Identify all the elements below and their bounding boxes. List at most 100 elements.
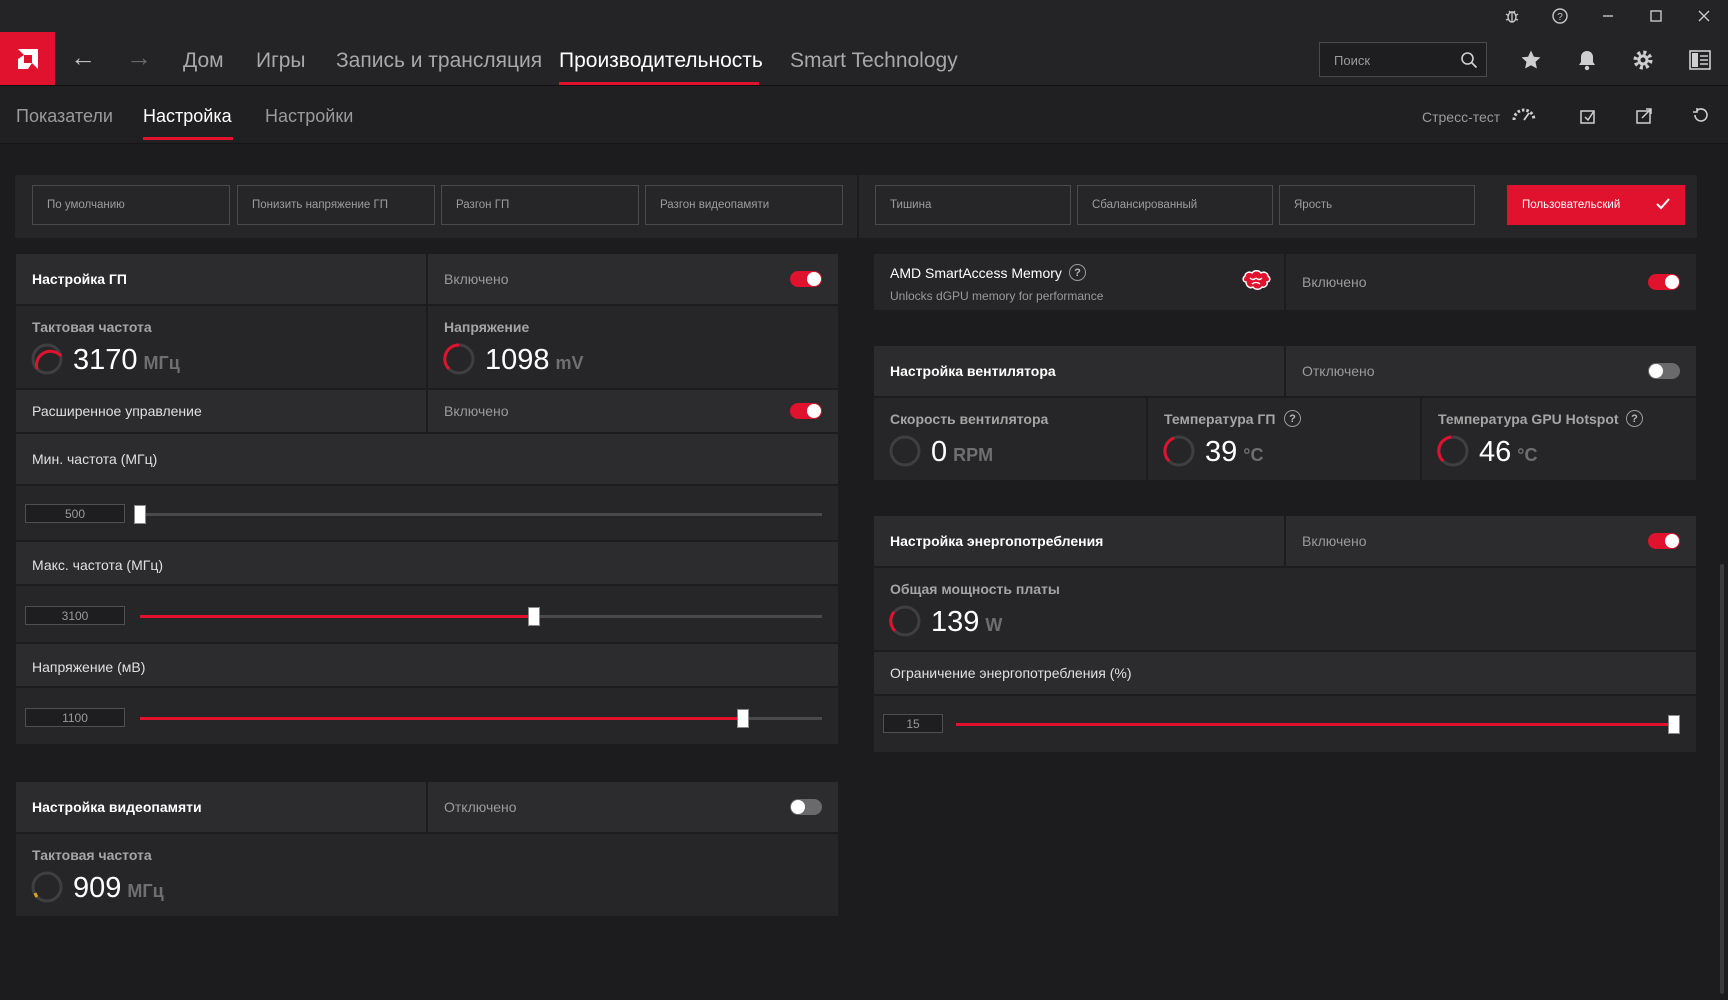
- tab-tuning[interactable]: Настройка: [143, 106, 232, 127]
- max-freq-slider[interactable]: [140, 607, 822, 626]
- sam-toggle[interactable]: [1648, 274, 1680, 290]
- nav-games[interactable]: Игры: [256, 49, 306, 73]
- fan-tuning-toggle[interactable]: [1648, 363, 1680, 379]
- stress-test-label[interactable]: Стресс-тест: [1422, 109, 1500, 125]
- preset-balanced-button[interactable]: Сбалансированный: [1077, 185, 1273, 225]
- forward-arrow-icon[interactable]: →: [126, 44, 152, 70]
- search-input[interactable]: Поиск: [1334, 53, 1370, 68]
- power-tuning-state: Включено: [1302, 533, 1367, 549]
- search-box[interactable]: Поиск: [1319, 42, 1487, 77]
- gpu-temp-value: 39 °C: [1205, 436, 1264, 468]
- export-profile-icon[interactable]: [1628, 100, 1660, 132]
- preset-undervolt-button[interactable]: Понизить напряжение ГП: [237, 185, 435, 225]
- power-tuning-title: Настройка энергопотребления: [890, 533, 1104, 549]
- min-freq-label: Мин. частота (МГц): [32, 451, 158, 467]
- gpu-tuning-state: Включено: [444, 271, 509, 287]
- gpu-clock-value: 3170 МГц: [73, 344, 180, 376]
- preset-custom-label: Пользовательский: [1522, 199, 1621, 211]
- gpu-temp-gauge-icon: [1163, 435, 1195, 467]
- reset-icon[interactable]: [1684, 100, 1716, 132]
- checkmark-icon: [1656, 197, 1670, 213]
- preset-rage-button[interactable]: Ярость: [1279, 185, 1475, 225]
- min-freq-input[interactable]: 500: [25, 504, 125, 523]
- voltage-slider-label: Напряжение (мВ): [32, 659, 146, 675]
- vram-tuning-title: Настройка видеопамяти: [32, 799, 202, 815]
- power-limit-input[interactable]: 15: [883, 714, 943, 733]
- notifications-bell-icon[interactable]: [1571, 44, 1603, 76]
- maximize-icon[interactable]: [1640, 4, 1672, 28]
- min-freq-slider[interactable]: [134, 505, 822, 524]
- advanced-control-state: Включено: [444, 403, 509, 419]
- board-power-label: Общая мощность платы: [890, 581, 1060, 597]
- preset-overclock-gpu-button[interactable]: Разгон ГП: [441, 185, 639, 225]
- gpu-tuning-title: Настройка ГП: [32, 271, 127, 287]
- vram-tuning-toggle[interactable]: [790, 799, 822, 815]
- tab-settings[interactable]: Настройки: [265, 106, 353, 127]
- settings-gear-icon[interactable]: [1627, 44, 1659, 76]
- fan-tuning-state: Отключено: [1302, 363, 1375, 379]
- preset-quiet-button[interactable]: Тишина: [875, 185, 1071, 225]
- favorites-star-icon[interactable]: [1515, 44, 1547, 76]
- tab-metrics[interactable]: Показатели: [16, 106, 113, 127]
- amd-logo-icon[interactable]: [0, 32, 55, 85]
- preset-divider: [857, 175, 859, 238]
- vram-clock-gauge-icon: [31, 871, 63, 903]
- advanced-control-label: Расширенное управление: [32, 403, 202, 419]
- bug-report-icon[interactable]: [1496, 4, 1528, 28]
- voltage-slider-thumb[interactable]: [736, 709, 749, 728]
- help-icon[interactable]: ?: [1544, 4, 1576, 28]
- scrollbar[interactable]: [1720, 564, 1724, 994]
- svg-text:?: ?: [1557, 12, 1563, 23]
- voltage-slider-row: [16, 688, 838, 744]
- preset-default-button[interactable]: По умолчанию: [32, 185, 230, 225]
- hotspot-temp-label: Температура GPU Hotspot: [1438, 411, 1619, 427]
- sam-state: Включено: [1302, 274, 1367, 290]
- gpu-voltage-label: Напряжение: [444, 319, 530, 335]
- sidebar-panel-icon[interactable]: [1684, 44, 1716, 76]
- fan-tuning-title: Настройка вентилятора: [890, 363, 1056, 379]
- max-freq-slider-thumb[interactable]: [528, 607, 541, 626]
- hotspot-temp-value: 46 °C: [1479, 436, 1538, 468]
- nav-record-stream[interactable]: Запись и трансляция: [336, 49, 542, 73]
- min-freq-slider-thumb[interactable]: [134, 505, 146, 524]
- vram-clock-label: Тактовая частота: [32, 847, 152, 863]
- gpu-voltage-value: 1098 mV: [485, 344, 584, 376]
- gpu-temp-help-icon[interactable]: ?: [1284, 410, 1301, 427]
- close-icon[interactable]: [1688, 4, 1720, 28]
- sam-brain-icon: [1240, 270, 1272, 301]
- advanced-control-toggle[interactable]: [790, 403, 822, 419]
- max-freq-input[interactable]: 3100: [25, 606, 125, 625]
- sam-title: AMD SmartAccess Memory: [890, 265, 1062, 281]
- max-freq-slider-row: [16, 586, 838, 642]
- voltage-input[interactable]: 1100: [25, 708, 125, 727]
- preset-overclock-vram-button[interactable]: Разгон видеопамяти: [645, 185, 843, 225]
- gpu-clock-label: Тактовая частота: [32, 319, 152, 335]
- power-limit-slider-thumb[interactable]: [1668, 715, 1680, 734]
- board-power-gauge-icon: [889, 605, 921, 637]
- hotspot-temp-gauge-icon: [1437, 435, 1469, 467]
- back-arrow-icon[interactable]: ←: [70, 44, 96, 70]
- import-profile-icon[interactable]: [1572, 100, 1604, 132]
- gpu-temp-label: Температура ГП: [1164, 411, 1276, 427]
- nav-smart-technology[interactable]: Smart Technology: [790, 49, 958, 73]
- nav-performance[interactable]: Производительность: [559, 49, 763, 73]
- preset-custom-button[interactable]: Пользовательский: [1507, 185, 1685, 225]
- fan-speed-label: Скорость вентилятора: [890, 411, 1049, 427]
- power-limit-label: Ограничение энергопотребления (%): [890, 665, 1132, 681]
- gpu-clock-gauge-icon: [31, 343, 63, 375]
- power-limit-slider[interactable]: [956, 715, 1680, 734]
- power-tuning-toggle[interactable]: [1648, 533, 1680, 549]
- sam-help-icon[interactable]: ?: [1069, 264, 1086, 281]
- voltage-slider[interactable]: [140, 709, 822, 728]
- gpu-tuning-toggle[interactable]: [790, 271, 822, 287]
- nav-home[interactable]: Дом: [183, 49, 224, 73]
- gpu-voltage-gauge-icon: [443, 343, 475, 375]
- board-power-value: 139 W: [931, 606, 1003, 638]
- minimize-icon[interactable]: [1592, 4, 1624, 28]
- vram-tuning-state: Отключено: [444, 799, 517, 815]
- search-icon[interactable]: [1460, 51, 1478, 74]
- fan-speed-gauge-icon: [889, 435, 921, 467]
- stress-test-gauge-icon[interactable]: [1508, 98, 1540, 130]
- fan-speed-value: 0 RPM: [931, 436, 994, 468]
- hotspot-temp-help-icon[interactable]: ?: [1626, 410, 1643, 427]
